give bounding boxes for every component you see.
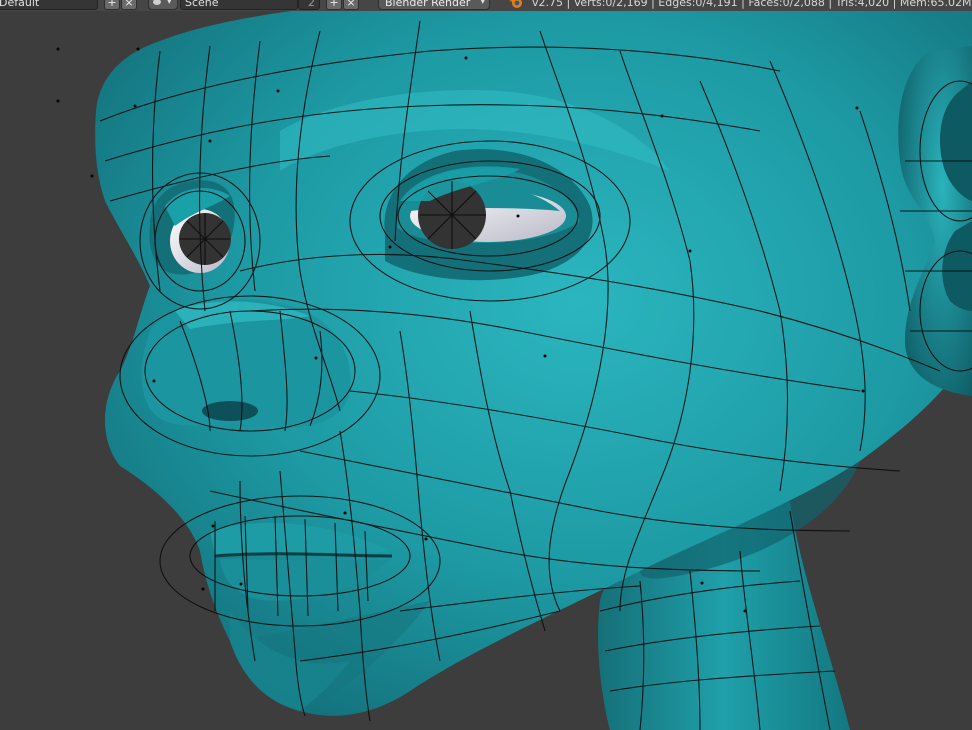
scene-statistics: v2.75 | Verts:0/2,169 | Edges:0/4,191 | … bbox=[532, 0, 972, 9]
remove-scene-button[interactable]: × bbox=[343, 0, 359, 10]
scene-icon bbox=[153, 0, 161, 5]
scene-browse-button[interactable]: ▾ bbox=[148, 0, 178, 10]
3d-viewport[interactable] bbox=[0, 11, 972, 730]
screen-layout-name: Default bbox=[0, 0, 40, 9]
blender-logo-icon bbox=[509, 0, 522, 8]
render-engine-dropdown[interactable]: Blender Render ▾ bbox=[378, 0, 490, 10]
remove-screen-layout-button[interactable]: × bbox=[121, 0, 137, 10]
chevron-down-icon: ▾ bbox=[167, 0, 172, 7]
info-header: Default + × ▾ Scene 2 + × Blender Render… bbox=[0, 0, 972, 11]
add-scene-button[interactable]: + bbox=[326, 0, 342, 10]
chevron-down-icon: ▾ bbox=[480, 0, 485, 7]
scene-name-field[interactable]: Scene bbox=[180, 0, 298, 10]
add-screen-layout-button[interactable]: + bbox=[104, 0, 120, 10]
screen-layout-field[interactable]: Default bbox=[0, 0, 98, 10]
scene-users-count: 2 bbox=[298, 0, 320, 10]
nostril bbox=[202, 401, 258, 421]
mesh-render bbox=[56, 11, 972, 730]
scene-name: Scene bbox=[185, 0, 219, 9]
render-engine-label: Blender Render bbox=[385, 0, 471, 9]
